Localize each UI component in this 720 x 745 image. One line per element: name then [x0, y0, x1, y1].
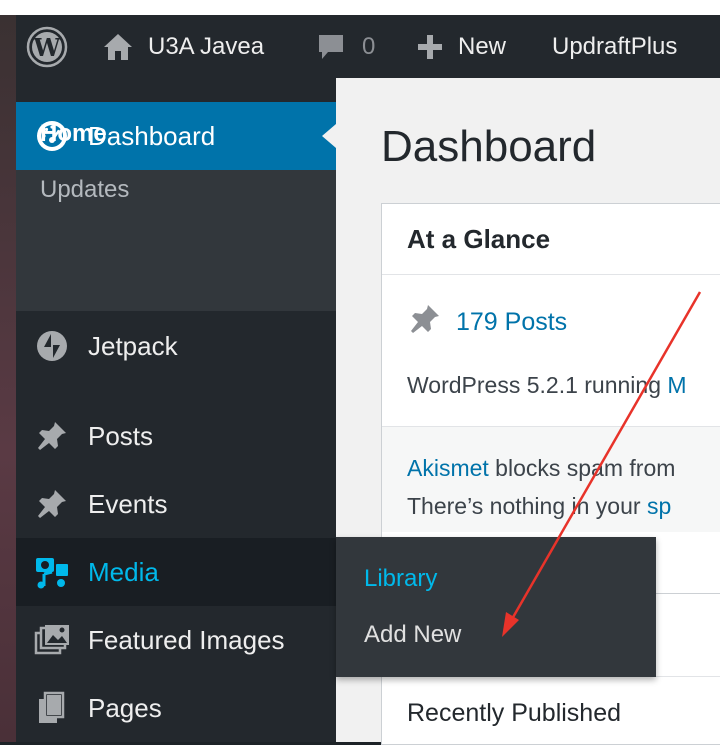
widget-title: At a Glance — [407, 223, 551, 254]
pushpin-icon — [34, 418, 70, 454]
site-name: U3A Javea — [148, 32, 265, 60]
new-content-link[interactable]: New — [416, 15, 506, 78]
window-left-edge — [0, 15, 16, 742]
current-menu-arrow — [322, 124, 336, 148]
pages-icon — [34, 690, 70, 726]
plus-icon — [416, 33, 444, 61]
spam-queue-line: There’s nothing in your sp — [407, 493, 671, 520]
admin-bar: W U3A Javea 0 New UpdraftPlus — [16, 15, 720, 78]
akismet-line: Akismet blocks spam from — [407, 455, 675, 482]
spam-queue-text: There’s nothing in your — [407, 493, 647, 519]
site-name-link[interactable]: U3A Javea — [102, 15, 264, 78]
menu-label-dashboard: Dashboard — [88, 120, 216, 151]
media-icon — [34, 554, 70, 590]
akismet-link[interactable]: Akismet — [407, 455, 489, 481]
window-top-edge — [0, 0, 720, 15]
theme-link[interactable]: M — [667, 372, 686, 398]
comments-count: 0 — [362, 32, 376, 60]
menu-label-featured-images: Featured Images — [88, 624, 285, 655]
svg-text:W: W — [33, 33, 62, 62]
version-text: WordPress 5.2.1 running — [407, 372, 668, 398]
menu-item-events[interactable]: Events — [16, 470, 336, 538]
akismet-text: blocks spam from — [488, 455, 676, 481]
menu-item-posts[interactable]: Posts — [16, 402, 336, 470]
widget-header[interactable]: At a Glance — [382, 204, 720, 275]
pushpin-icon — [408, 302, 442, 343]
flyout-item-add-new[interactable]: Add New — [364, 621, 461, 649]
menu-label-jetpack: Jetpack — [88, 330, 178, 361]
media-flyout-menu: Library Add New — [336, 537, 656, 677]
spam-queue-link[interactable]: sp — [647, 493, 671, 519]
wordpress-version: WordPress 5.2.1 running M — [407, 372, 687, 399]
page-title: Dashboard — [381, 122, 597, 171]
home-icon — [102, 32, 134, 62]
jetpack-icon — [34, 328, 70, 364]
comments-link[interactable]: 0 — [316, 15, 375, 78]
menu-item-featured-images[interactable]: Featured Images — [16, 606, 336, 674]
submenu-updates[interactable]: Updates — [40, 176, 129, 204]
akismet-notice: Akismet blocks spam from There’s nothing… — [382, 426, 720, 532]
recently-published-heading: Recently Published — [407, 699, 622, 727]
new-label: New — [458, 32, 507, 60]
menu-label-posts: Posts — [88, 420, 154, 451]
menu-item-jetpack[interactable]: Jetpack — [16, 312, 336, 380]
posts-count-link[interactable]: 179 Posts — [408, 302, 567, 343]
flyout-item-library[interactable]: Library — [364, 565, 437, 593]
menu-label-pages: Pages — [88, 692, 162, 723]
menu-item-pages[interactable]: Pages — [16, 674, 336, 742]
submenu-home[interactable]: Home — [40, 120, 107, 148]
posts-count: 179 Posts — [456, 308, 568, 336]
menu-item-media[interactable]: Media — [16, 538, 350, 606]
comment-icon — [316, 32, 346, 62]
wordpress-menu[interactable]: W — [26, 15, 68, 78]
updraftplus-label: UpdraftPlus — [552, 32, 678, 60]
menu-label-media: Media — [88, 556, 159, 587]
menu-label-events: Events — [88, 488, 168, 519]
images-icon — [34, 622, 70, 658]
updraftplus-link[interactable]: UpdraftPlus — [552, 15, 677, 78]
pushpin-icon — [34, 486, 70, 522]
wordpress-logo-icon: W — [26, 26, 68, 68]
